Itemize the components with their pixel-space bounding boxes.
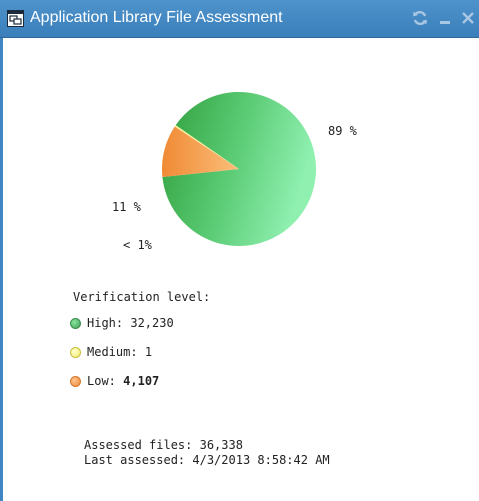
pie-chart (161, 92, 316, 247)
title-bar[interactable]: Application Library File Assessment (0, 0, 479, 38)
legend-label-low: Low: (87, 374, 116, 388)
minimize-button[interactable] (436, 7, 454, 29)
legend-label-medium: Medium: (87, 345, 138, 359)
legend-dot-low (70, 376, 81, 387)
assessed-files-text: Assessed files: 36,338 (84, 438, 243, 452)
pie-label-low: 11 % (112, 200, 141, 214)
assessment-window: Application Library File Assessment 89 %… (0, 0, 479, 501)
content-panel: 89 % 11 % < 1% Verification level: High:… (3, 38, 479, 501)
window-title: Application Library File Assessment (30, 9, 283, 26)
last-assessed-text: Last assessed: 4/3/2013 8:58:42 AM (84, 453, 330, 467)
legend-dot-high (70, 318, 81, 329)
pie-label-medium: < 1% (123, 238, 152, 252)
legend-count-high: 32,230 (130, 316, 174, 330)
legend-count-low: 4,107 (123, 374, 160, 388)
minimize-icon (440, 21, 450, 24)
refresh-button[interactable] (411, 7, 429, 29)
legend-dot-medium (70, 347, 81, 358)
legend-count-medium: 1 (144, 345, 153, 359)
legend-label-high: High: (87, 316, 124, 330)
close-icon (462, 12, 474, 24)
refresh-icon (413, 10, 427, 26)
pie-label-high: 89 % (328, 124, 357, 138)
legend-title: Verification level: (73, 290, 211, 304)
application-window-icon (7, 10, 24, 27)
close-button[interactable] (459, 7, 477, 29)
